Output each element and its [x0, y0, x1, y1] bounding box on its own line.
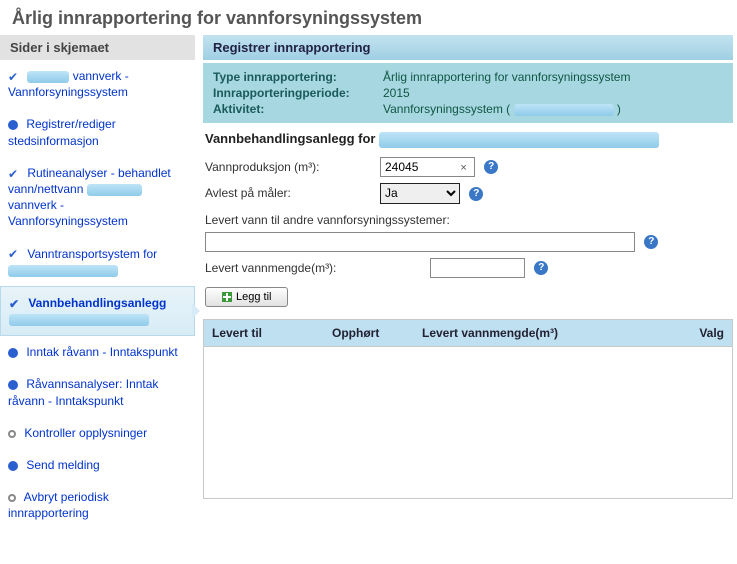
- sidebar-item-label: Registrer/rediger stedsinformasjon: [8, 117, 116, 147]
- check-icon: [8, 248, 20, 260]
- sidebar-item-label: Inntak råvann - Inntakspunkt: [26, 345, 177, 359]
- sidebar-item-label: Send melding: [26, 458, 99, 472]
- sidebar-item-register-sted[interactable]: Registrer/rediger stedsinformasjon: [0, 108, 195, 156]
- add-button[interactable]: Legg til: [205, 287, 288, 307]
- info-box: Type innrapportering: Årlig innrapporter…: [203, 63, 733, 123]
- sidebar: Sider i skjemaet vannverk - Vannforsynin…: [0, 35, 195, 530]
- delivered-other-input[interactable]: [205, 232, 635, 252]
- redacted-text: [27, 71, 69, 83]
- check-icon: [9, 298, 21, 310]
- col-vannmengde: Levert vannmengde(m³): [422, 326, 664, 340]
- plus-icon: [222, 292, 232, 302]
- hollow-bullet-icon: [8, 430, 16, 438]
- sidebar-item-inntak[interactable]: Inntak råvann - Inntakspunkt: [0, 336, 195, 368]
- help-icon[interactable]: ?: [469, 187, 483, 201]
- add-button-label: Legg til: [236, 291, 271, 303]
- sidebar-item-raavann[interactable]: Råvannsanalyser: Inntak råvann - Inntaks…: [0, 368, 195, 416]
- check-icon: [8, 71, 20, 83]
- delivery-table: Levert til Opphørt Levert vannmengde(m³)…: [203, 319, 733, 499]
- redacted-text: [514, 104, 614, 116]
- main-content: Registrer innrapportering Type innrappor…: [195, 35, 737, 530]
- sidebar-item-vannbehandling[interactable]: Vannbehandlingsanlegg: [0, 286, 195, 336]
- meter-select[interactable]: Ja: [380, 183, 460, 204]
- sidebar-item-label: Kontroller opplysninger: [24, 426, 147, 440]
- sidebar-item-label: Avbryt periodisk innrapportering: [8, 490, 109, 520]
- page-title: Årlig innrapportering for vannforsynings…: [0, 0, 737, 35]
- sidebar-item-label: Vanntransportsystem for: [27, 247, 157, 261]
- sidebar-item-vannverk[interactable]: vannverk - Vannforsyningssystem: [0, 60, 195, 108]
- bullet-icon: [8, 380, 18, 390]
- redacted-text: [87, 184, 142, 196]
- redacted-text: [379, 132, 659, 148]
- bullet-icon: [8, 461, 18, 471]
- info-activity-label: Aktivitet:: [213, 102, 383, 116]
- sidebar-item-kontroller[interactable]: Kontroller opplysninger: [0, 417, 195, 449]
- sidebar-item-rutineanalyser[interactable]: Rutineanalyser - behandlet vann/nettvann…: [0, 157, 195, 238]
- table-header-row: Levert til Opphørt Levert vannmengde(m³)…: [204, 320, 732, 347]
- meter-label: Avlest på måler:: [205, 186, 380, 200]
- redacted-text: [8, 265, 118, 277]
- help-icon[interactable]: ?: [534, 261, 548, 275]
- sidebar-item-label: Vannbehandlingsanlegg: [28, 296, 166, 310]
- production-label: Vannproduksjon (m³):: [205, 160, 380, 174]
- section-title: Vannbehandlingsanlegg for: [203, 123, 733, 154]
- info-type-label: Type innrapportering:: [213, 70, 383, 84]
- sidebar-item-avbryt[interactable]: Avbryt periodisk innrapportering: [0, 481, 195, 529]
- clear-icon[interactable]: ×: [460, 162, 466, 174]
- info-activity-value: Vannforsyningssystem ( ): [383, 102, 723, 116]
- col-opphort: Opphørt: [332, 326, 422, 340]
- delivered-amount-input[interactable]: [430, 258, 525, 278]
- col-levert-til: Levert til: [212, 326, 332, 340]
- sidebar-item-send-melding[interactable]: Send melding: [0, 449, 195, 481]
- delivered-other-label: Levert vann til andre vannforsyningssyst…: [203, 207, 733, 229]
- check-icon: [8, 168, 20, 180]
- info-period-value: 2015: [383, 86, 723, 100]
- hollow-bullet-icon: [8, 494, 16, 502]
- main-header: Registrer innrapportering: [203, 35, 733, 60]
- sidebar-item-label: vannverk - Vannforsyningssystem: [8, 69, 129, 99]
- sidebar-header: Sider i skjemaet: [0, 35, 195, 60]
- bullet-icon: [8, 348, 18, 358]
- help-icon[interactable]: ?: [644, 235, 658, 249]
- sidebar-item-vanntransport[interactable]: Vanntransportsystem for: [0, 238, 195, 286]
- help-icon[interactable]: ?: [484, 160, 498, 174]
- redacted-text: [9, 314, 149, 326]
- col-valg: Valg: [664, 326, 724, 340]
- bullet-icon: [8, 120, 18, 130]
- sidebar-item-label: Råvannsanalyser: Inntak råvann - Inntaks…: [8, 377, 158, 407]
- info-type-value: Årlig innrapportering for vannforsynings…: [383, 70, 723, 84]
- sidebar-item-label-suffix: vannverk - Vannforsyningssystem: [8, 198, 128, 228]
- info-period-label: Innrapporteringperiode:: [213, 86, 383, 100]
- delivered-amount-label: Levert vannmengde(m³):: [205, 261, 430, 275]
